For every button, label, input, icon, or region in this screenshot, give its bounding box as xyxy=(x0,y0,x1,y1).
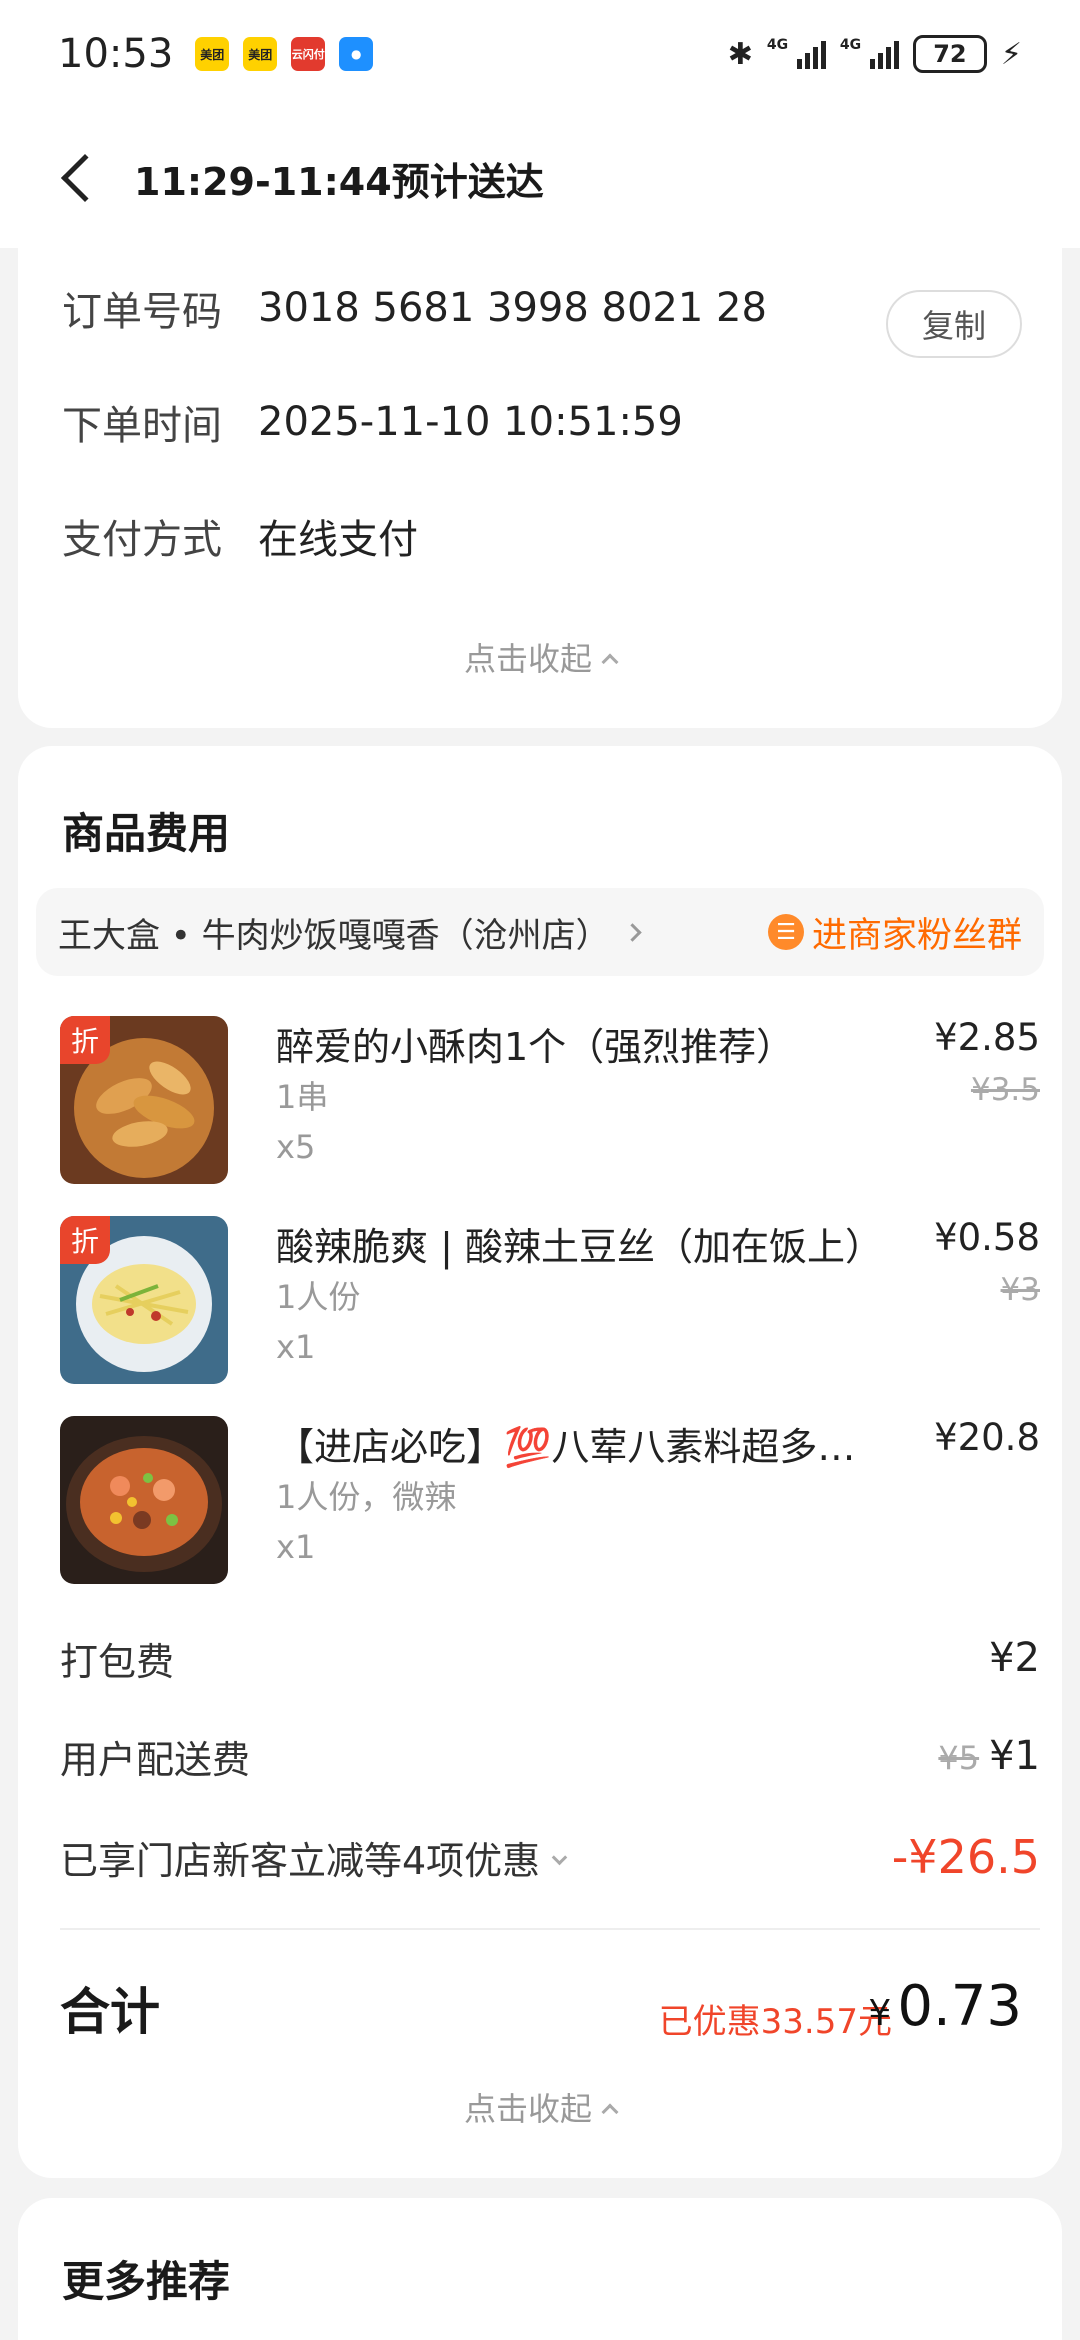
battery-indicator: 72 xyxy=(912,35,987,73)
packing-fee-row: 打包费 ¥2 xyxy=(60,1628,1040,1688)
total-label: 合计 xyxy=(60,1983,160,2041)
page-header: 11:29-11:44预计送达 xyxy=(0,108,1080,248)
food-image-potato: 折 xyxy=(60,1216,228,1384)
discount-row[interactable]: 已享门店新客立减等4项优惠 -¥26.5 xyxy=(60,1824,1040,1890)
item-name: 酸辣脆爽 | 酸辣土豆丝（加在饭上） xyxy=(276,1225,883,1269)
status-bar: 10:53 美团 美团 云闪付 ● ✱ 4G 4G 72 ⚡ xyxy=(0,0,1080,108)
delivery-fee-value: ¥1 xyxy=(989,1733,1040,1779)
order-number-row: 订单号码 3018 5681 3998 8021 28 xyxy=(62,268,767,348)
delivery-fee-original: ¥5 xyxy=(938,1739,980,1777)
item-price: ¥20.8 xyxy=(934,1416,1040,1459)
divider xyxy=(60,1928,1040,1930)
collapse-label: 点击收起 xyxy=(463,640,592,678)
order-time-label: 下单时间 xyxy=(62,403,222,449)
signal-icon: 4G xyxy=(767,37,826,69)
copy-button[interactable]: 复制 xyxy=(886,290,1022,358)
status-time: 10:53 xyxy=(58,31,174,77)
collapse-label: 点击收起 xyxy=(463,2090,592,2128)
order-number-value: 3018 5681 3998 8021 28 xyxy=(258,285,767,331)
list-item[interactable]: 折 醉爱的小酥肉1个（强烈推荐） 1串 x5 ¥2.85 ¥3.5 xyxy=(60,1016,1040,1186)
order-number-label: 订单号码 xyxy=(62,289,222,335)
delivery-fee-label: 用户配送费 xyxy=(60,1737,251,1782)
shop-name: 王大盒 • 牛肉炒饭嘎嘎香（沧州店） xyxy=(58,915,610,956)
fans-group-label: 进商家粉丝群 xyxy=(811,915,1022,956)
list-item[interactable]: 折 酸辣脆爽 | 酸辣土豆丝（加在饭上） 1人份 x1 ¥0.58 ¥3 xyxy=(60,1216,1040,1386)
more-title: 更多推荐 xyxy=(62,2257,231,2306)
item-quantity: x1 xyxy=(276,1328,316,1366)
item-quantity: x1 xyxy=(276,1528,316,1566)
payment-method-value: 在线支付 xyxy=(258,517,418,563)
charging-icon: ⚡ xyxy=(1000,36,1022,72)
food-image-pork: 折 xyxy=(60,1016,228,1184)
meituan-app-icon: 美团 xyxy=(195,37,230,71)
packing-fee-value: ¥2 xyxy=(989,1635,1040,1681)
item-quantity: x5 xyxy=(276,1128,316,1166)
food-image-fried-rice xyxy=(60,1416,228,1584)
item-spec: 1人份，微辣 xyxy=(276,1478,457,1516)
item-spec: 1串 xyxy=(276,1078,329,1116)
collapse-button[interactable]: 点击收起 xyxy=(18,634,1062,680)
chat-icon: ☰ xyxy=(767,914,804,950)
fees-card: 商品费用 王大盒 • 牛肉炒饭嘎嘎香（沧州店） ☰ 进商家粉丝群 折 醉爱的小酥… xyxy=(18,746,1062,2178)
order-time-value: 2025-11-10 10:51:59 xyxy=(258,399,683,445)
order-time-row: 下单时间 2025-11-10 10:51:59 xyxy=(62,382,683,462)
bluetooth-icon: ✱ xyxy=(727,36,753,72)
shop-row[interactable]: 王大盒 • 牛肉炒饭嘎嘎香（沧州店） ☰ 进商家粉丝群 xyxy=(36,888,1044,976)
item-spec: 1人份 xyxy=(276,1278,361,1316)
fans-group-button[interactable]: ☰ 进商家粉丝群 xyxy=(767,907,1022,958)
fees-title: 商品费用 xyxy=(62,809,231,858)
status-app-icons: 美团 美团 云闪付 ● xyxy=(195,37,374,71)
chevron-up-icon xyxy=(601,2103,619,2121)
item-name: 醉爱的小酥肉1个（强烈推荐） xyxy=(276,1025,795,1069)
order-info-card: 订单号码 3018 5681 3998 8021 28 复制 下单时间 2025… xyxy=(18,230,1062,728)
delivery-fee-row: 用户配送费 ¥5 ¥1 xyxy=(60,1726,1040,1786)
message-app-icon: ● xyxy=(339,37,374,71)
collapse-button[interactable]: 点击收起 xyxy=(18,2084,1062,2130)
chevron-up-icon xyxy=(601,653,619,671)
item-price: ¥2.85 xyxy=(934,1016,1040,1059)
chevron-right-icon xyxy=(622,922,642,942)
chevron-down-icon xyxy=(551,1849,568,1865)
more-recommendations-card: 更多推荐 xyxy=(18,2198,1062,2340)
list-item[interactable]: 【进店必吃】💯八荤八素料超多… 1人份，微辣 x1 ¥20.8 xyxy=(60,1416,1040,1586)
unionpay-app-icon: 云闪付 xyxy=(291,37,326,71)
payment-method-row: 支付方式 在线支付 xyxy=(62,496,418,576)
saved-amount: 已优惠33.57元 xyxy=(658,2002,892,2042)
meituan-app-icon: 美团 xyxy=(243,37,278,71)
item-name: 【进店必吃】💯八荤八素料超多… xyxy=(276,1425,856,1469)
discount-badge: 折 xyxy=(60,1216,110,1264)
total-currency: ¥ xyxy=(868,1993,892,2034)
payment-method-label: 支付方式 xyxy=(62,517,222,563)
discount-badge: 折 xyxy=(60,1016,110,1064)
item-price: ¥0.58 xyxy=(934,1216,1040,1259)
signal-icon: 4G xyxy=(840,37,899,69)
discount-label: 已享门店新客立减等4项优惠 xyxy=(60,1838,541,1883)
page-title: 11:29-11:44预计送达 xyxy=(134,159,544,204)
item-original-price: ¥3.5 xyxy=(970,1072,1040,1108)
packing-fee-label: 打包费 xyxy=(60,1639,175,1684)
item-original-price: ¥3 xyxy=(1000,1272,1040,1308)
discount-value: -¥26.5 xyxy=(891,1830,1040,1884)
back-icon[interactable] xyxy=(56,148,110,208)
total-value: ¥0.73 xyxy=(868,1974,1022,2039)
total-amount: 0.73 xyxy=(897,1974,1022,2039)
